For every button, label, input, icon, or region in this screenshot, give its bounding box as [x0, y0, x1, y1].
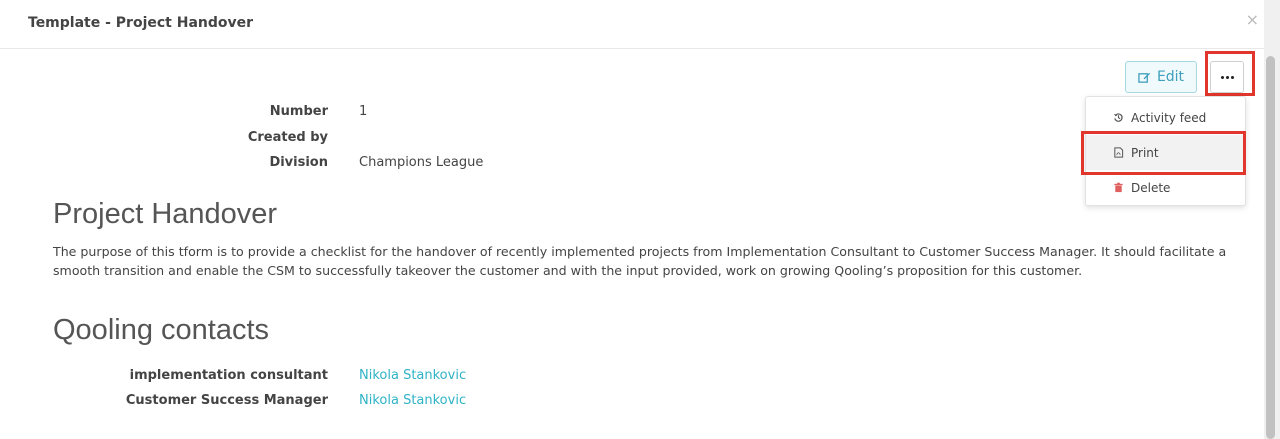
modal-title: Template - Project Handover [28, 15, 254, 31]
project-description: The purpose of this tform is to provide … [53, 244, 1227, 278]
division-value: Champions League [359, 155, 484, 170]
pdf-file-icon [1114, 147, 1124, 158]
actions-dropdown-menu: Activity feed Print Delete [1085, 96, 1246, 206]
menu-item-print[interactable]: Print [1086, 135, 1245, 170]
number-value: 1 [359, 104, 368, 119]
edit-icon [1138, 72, 1151, 83]
contacts-title: Qooling contacts [53, 314, 270, 346]
menu-item-delete[interactable]: Delete [1086, 170, 1245, 205]
edit-button[interactable]: Edit [1125, 61, 1197, 93]
close-icon[interactable]: × [1246, 10, 1259, 30]
menu-item-label: Activity feed [1131, 110, 1207, 125]
implementation-consultant-link[interactable]: Nikola Stankovic [359, 368, 466, 383]
menu-item-activity-feed[interactable]: Activity feed [1086, 100, 1245, 135]
menu-item-label: Print [1131, 145, 1159, 160]
trash-icon [1114, 182, 1123, 193]
modal-header: Template - Project Handover × [0, 0, 1264, 49]
scrollbar-thumb[interactable] [1266, 56, 1275, 439]
csm-label: Customer Success Manager [125, 393, 328, 408]
edit-button-label: Edit [1156, 69, 1185, 85]
ellipsis-icon [1220, 75, 1234, 79]
csm-link[interactable]: Nikola Stankovic [359, 393, 466, 408]
modal-dialog: Template - Project Handover × Edit Activ… [0, 0, 1264, 439]
more-actions-button[interactable] [1210, 61, 1244, 93]
menu-item-label: Delete [1131, 180, 1171, 195]
history-icon [1113, 113, 1123, 122]
project-title: Project Handover [53, 198, 278, 230]
implementation-consultant-label: implementation consultant [129, 368, 328, 383]
division-label: Division [269, 155, 328, 170]
created-by-label: Created by [247, 130, 328, 145]
number-label: Number [269, 104, 328, 119]
